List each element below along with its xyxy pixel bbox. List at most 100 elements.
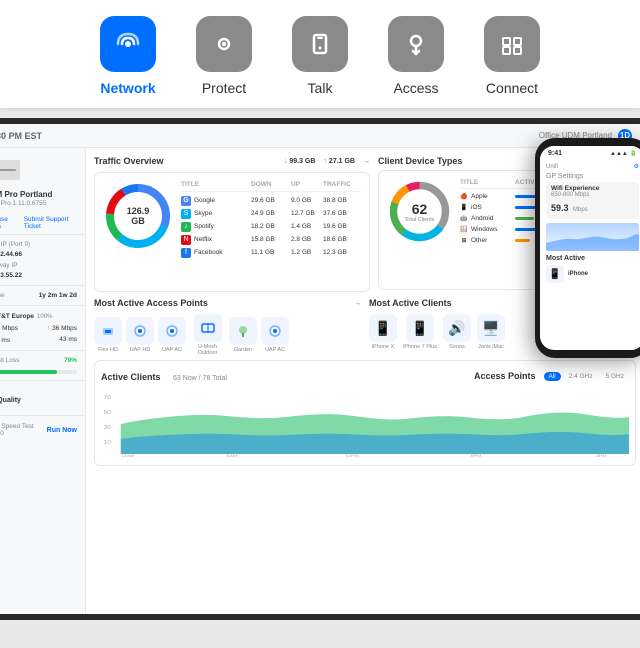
traffic-table-header: TITLE DOWN UP TRAFFIC <box>181 181 361 192</box>
traffic-panel-box: 126.9 GB TITLE DOWN UP <box>94 172 370 292</box>
apple-icon: 🍎 <box>460 193 468 201</box>
isp-status: 100% <box>37 314 52 320</box>
spotify-icon: ♪ <box>181 222 191 232</box>
phone-speed-unit: Mbps <box>573 207 588 213</box>
client-name-windows: Windows <box>471 226 497 233</box>
iphone-x-icon: 📱 <box>369 314 397 342</box>
uptime-row: Uptime 1y 2m 1w 2d <box>0 290 85 301</box>
nav-item-access[interactable]: Access <box>388 16 444 96</box>
phone-settings-link[interactable]: ⚙ <box>634 163 639 170</box>
device-garden: Garden <box>229 317 257 353</box>
svg-text:12AM: 12AM <box>121 454 135 458</box>
speedtest-label: matic Speed Test <box>0 423 34 430</box>
app-name-google: Google <box>194 197 215 204</box>
device-label-imac: Janis iMac <box>478 344 504 350</box>
phone-speed-val: 59.3 <box>551 203 569 213</box>
device-label-uap-hd: UAP HD <box>130 347 151 353</box>
table-row: G Google 29.6 GB 9.0 GB 38.8 GB <box>181 194 361 207</box>
connect-icon-wrap <box>484 16 540 72</box>
col-up: UP <box>291 181 323 188</box>
isp-name: AT&T Europe <box>0 313 34 320</box>
client-name-apple: Apple <box>471 193 488 200</box>
ap-filter-pills: All 2.4 GHz 5 GHz <box>544 372 630 381</box>
sidebar-divider-5 <box>0 380 85 381</box>
device-iphone-7: 📱 iPhone 7 Plus <box>403 314 437 350</box>
app-netflix: N Netflix <box>181 235 251 245</box>
nav-item-network[interactable]: Network <box>100 16 156 96</box>
device-label-garden: Garden <box>234 347 252 353</box>
speed-down: ↓ 466 Mbps <box>0 325 18 332</box>
ap-section-header: Most Active Access Points → <box>94 298 361 308</box>
netflix-up: 2.8 GB <box>291 236 323 243</box>
phone-speed-title: Wifi Experience <box>551 185 634 192</box>
network-icon <box>112 28 144 60</box>
nav-item-connect[interactable]: Connect <box>484 16 540 96</box>
phone-gp-label: GP Settings <box>546 173 639 180</box>
iphone-x-emoji: 📱 <box>374 320 391 337</box>
traffic-stats: ↓ 99.3 GB ↑ 27.1 GB → <box>284 158 370 165</box>
device-iphone-x: 📱 iPhone X <box>369 314 397 350</box>
ap-filter-all[interactable]: All <box>544 372 561 381</box>
phone-header-row: Unifi ⚙ <box>546 163 639 170</box>
packet-loss-row: Packet Loss 79% <box>0 355 85 366</box>
sidebar-divider-1 <box>0 234 85 235</box>
device-uap-ac-1: UAP AC <box>158 317 186 353</box>
phone-mini-chart <box>546 223 639 251</box>
ap-svg-4 <box>200 320 216 336</box>
client-other: ⊞ Other <box>460 237 515 245</box>
access-icon <box>401 29 431 59</box>
sonos-icon: 🔊 <box>443 314 471 342</box>
phone-app-sub: Unifi <box>546 164 558 170</box>
table-row: ♪ Spotify 18.2 GB 1.4 GB 19.6 GB <box>181 220 361 233</box>
support-ticket-link[interactable]: Submit Support Ticket <box>24 216 77 230</box>
nav-item-protect[interactable]: Protect <box>196 16 252 96</box>
client-donut: 62 Total Clients <box>387 179 452 244</box>
up-arrow-icon: ↑ <box>47 325 51 332</box>
speedtest-button[interactable]: Run Now <box>47 427 77 434</box>
device-name: UDM Pro Portland <box>0 190 77 199</box>
svg-text:4PM: 4PM <box>596 454 607 458</box>
phone-speed-box: Wifi Experience 650-800 Mbps 59.3 Mbps <box>546 182 639 219</box>
svg-text:6PM: 6PM <box>471 454 482 458</box>
phone-screen: 9:41 ▲▲▲ 🔋 Unifi ⚙ GP Settings Wifi Expe… <box>540 146 640 350</box>
talk-icon-wrap <box>292 16 348 72</box>
col-down: DOWN <box>251 181 291 188</box>
device-label-flex-hd: Flex HD <box>98 347 118 353</box>
screen-time: 4:30 PM EST <box>0 131 42 141</box>
gateway-ip-value: 145.23.55.22 <box>0 272 22 279</box>
nav-item-talk[interactable]: Talk <box>292 16 348 96</box>
app-name-facebook: Facebook <box>194 249 223 256</box>
release-notes-link[interactable]: Release Notes <box>0 216 20 230</box>
loss-bar-fill <box>0 370 57 374</box>
wan-ip-value: 188.32.44.66 <box>0 251 22 258</box>
facebook-icon: f <box>181 248 191 258</box>
client-col-title: TITLE <box>460 179 515 186</box>
ap-more-link[interactable]: → <box>354 300 361 307</box>
top-nav: Network Protect Talk Ac <box>0 0 640 108</box>
phone-device-row: 📱 iPhone <box>546 265 639 283</box>
net-quality-section: Net Quality <box>0 385 85 411</box>
talk-icon <box>306 30 334 58</box>
svg-text:10: 10 <box>104 441 112 446</box>
phone-frame: 9:41 ▲▲▲ 🔋 Unifi ⚙ GP Settings Wifi Expe… <box>535 138 640 358</box>
chart-right: Access Points All 2.4 GHz 5 GHz <box>474 371 629 381</box>
ap-devices-row: Flex HD UAP HD <box>94 314 361 356</box>
client-total-label: Total Clients <box>405 217 435 223</box>
sidebar-device-row <box>0 156 85 184</box>
client-total: 62 <box>405 201 435 217</box>
gateway-ip-label: Gateway IP <box>0 262 18 269</box>
phone-most-active-title: Most Active <box>546 255 639 262</box>
ap-filter-5[interactable]: 5 GHz <box>601 372 629 381</box>
nav-label-talk: Talk <box>308 80 333 96</box>
facebook-down: 11.1 GB <box>251 249 291 256</box>
uap-ac-1-icon <box>158 317 186 345</box>
traffic-more-link[interactable]: → <box>363 158 370 165</box>
ap-svg-2 <box>132 323 148 339</box>
ap-filter-24[interactable]: 2.4 GHz <box>564 372 598 381</box>
clients-title: Most Active Clients <box>369 298 452 308</box>
app-skype: S Skype <box>181 209 251 219</box>
svg-text:12PM: 12PM <box>345 454 359 458</box>
packet-loss-label: Packet Loss <box>0 357 19 364</box>
uap-ac-2-icon <box>261 317 289 345</box>
imac-emoji: 🖥️ <box>482 320 499 337</box>
